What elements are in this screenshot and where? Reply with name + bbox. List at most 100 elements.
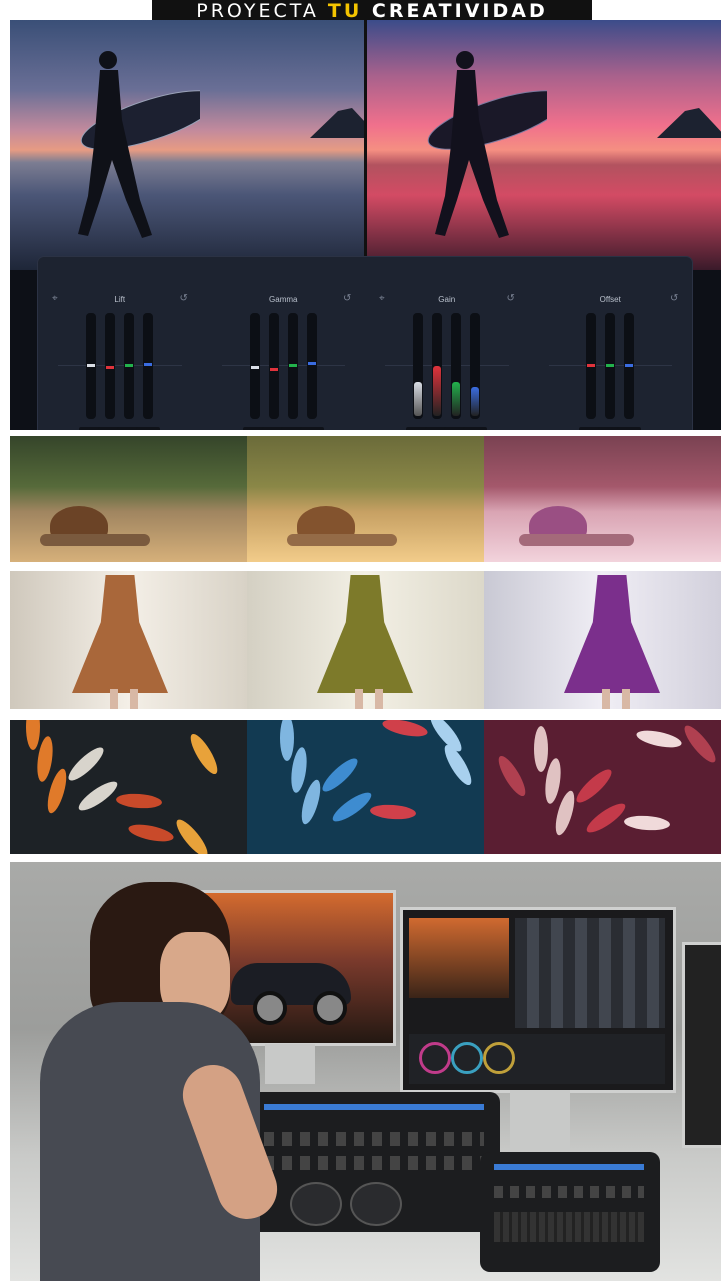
green-marker: [288, 364, 297, 367]
trackball: [350, 1182, 402, 1226]
color-group-title: Offset: [599, 295, 621, 304]
koi-fish: [680, 721, 720, 767]
blue-value[interactable]: 25.00: [617, 427, 642, 430]
grading-console-secondary: [480, 1152, 660, 1272]
crosshair-icon[interactable]: ⌖: [379, 293, 385, 304]
koi-fish: [329, 788, 375, 826]
reset-icon[interactable]: ↺: [507, 293, 515, 304]
dress-photo-3: [484, 571, 721, 709]
console-knobs: [264, 1132, 484, 1146]
leg: [602, 689, 610, 709]
mountain: [657, 108, 721, 138]
monitor-stand: [510, 1090, 570, 1150]
console-display: [494, 1164, 644, 1170]
koi-fish: [534, 726, 548, 772]
snail-photo-1: [10, 436, 247, 562]
koi-grade-strip: [10, 720, 721, 854]
koi-fish: [635, 727, 683, 751]
master-marker: [87, 364, 96, 367]
blue-value[interactable]: 0.05: [299, 427, 324, 430]
green-level: [452, 382, 461, 416]
reset-icon[interactable]: ↺: [670, 293, 678, 304]
leg: [355, 689, 363, 709]
green-slider[interactable]: [451, 313, 462, 419]
master-slider[interactable]: [249, 313, 260, 419]
koi-fish: [583, 799, 629, 837]
surfer-photo-graded: [367, 20, 721, 270]
red-slider[interactable]: [268, 313, 279, 419]
zero-line: [221, 365, 345, 366]
blue-value[interactable]: 0.85: [463, 427, 488, 430]
red-marker: [269, 367, 278, 371]
crosshair-icon[interactable]: ⌖: [52, 293, 58, 304]
koi-fish: [572, 765, 616, 807]
green-slider[interactable]: [287, 313, 298, 419]
green-slider[interactable]: [124, 313, 135, 419]
blue-slider[interactable]: [624, 313, 635, 419]
banner-word-3: CREATIVIDAD: [362, 0, 548, 22]
surfer-silhouette: [78, 51, 200, 238]
dress: [72, 575, 168, 693]
grading-console: [250, 1092, 500, 1232]
koi-photo-3: [484, 720, 721, 854]
console-display: [264, 1104, 484, 1110]
master-slider[interactable]: [86, 313, 97, 419]
koi-fish: [115, 792, 163, 810]
blue-marker: [625, 364, 634, 367]
dress: [317, 575, 413, 693]
dress: [564, 575, 660, 693]
blue-marker: [144, 363, 153, 367]
banner-word-highlight: TU: [327, 0, 363, 22]
red-slider[interactable]: [586, 313, 597, 419]
monitor-right: [400, 907, 676, 1093]
snail-body: [40, 534, 150, 546]
snail-body: [519, 534, 634, 546]
green-slider[interactable]: [605, 313, 616, 419]
koi-fish: [623, 814, 671, 832]
blue-marker: [307, 362, 316, 365]
koi-fish: [381, 720, 429, 740]
blue-slider[interactable]: [470, 313, 481, 419]
color-group-gamma: Gamma↺-0.04-0.090.000.05: [202, 257, 366, 430]
zero-line: [385, 365, 509, 366]
color-group-offset: Offset↺25.0025.0025.00: [529, 257, 693, 430]
trackball: [290, 1182, 342, 1226]
color-wheel: [483, 1042, 515, 1074]
koi-fish: [172, 815, 212, 854]
koi-fish: [318, 754, 362, 796]
surfer-silhouette: [427, 51, 547, 238]
master-level: [414, 382, 423, 416]
leg: [130, 689, 138, 709]
red-slider[interactable]: [105, 313, 116, 419]
green-marker: [606, 364, 615, 367]
koi-photo-2: [247, 720, 484, 854]
title-banner: PROYECTA TU CREATIVIDAD: [152, 0, 592, 22]
surfer-photo-original: [10, 20, 380, 270]
red-slider[interactable]: [432, 313, 443, 419]
koi-fish: [75, 777, 121, 815]
koi-fish: [26, 720, 40, 750]
koi-fish: [280, 720, 294, 761]
snail-body: [287, 534, 397, 546]
keyboard: [494, 1212, 644, 1242]
reset-icon[interactable]: ↺: [180, 293, 188, 304]
dress-photo-1: [10, 571, 247, 709]
blue-slider[interactable]: [306, 313, 317, 419]
colorist-studio-photo: [10, 862, 721, 1281]
car-wheel: [253, 991, 287, 1025]
dress-photo-2: [247, 571, 484, 709]
reset-icon[interactable]: ↺: [343, 293, 351, 304]
red-marker: [106, 365, 115, 369]
color-group-gain: Gain↺⌖1.001.461.000.85: [365, 257, 529, 430]
color-wheel: [451, 1042, 483, 1074]
color-group-title: Lift: [114, 295, 126, 304]
master-slider[interactable]: [413, 313, 424, 419]
leg: [375, 689, 383, 709]
red-marker: [587, 364, 596, 367]
blue-value[interactable]: 0.02: [136, 427, 161, 430]
surfer-comparison: Lift↺⌖0.00-0.040.000.02Gamma↺-0.04-0.090…: [10, 20, 721, 430]
master-marker: [250, 365, 259, 369]
snail-photo-2: [247, 436, 484, 562]
blue-slider[interactable]: [143, 313, 154, 419]
color-wheels-panel: Lift↺⌖0.00-0.040.000.02Gamma↺-0.04-0.090…: [38, 257, 692, 430]
